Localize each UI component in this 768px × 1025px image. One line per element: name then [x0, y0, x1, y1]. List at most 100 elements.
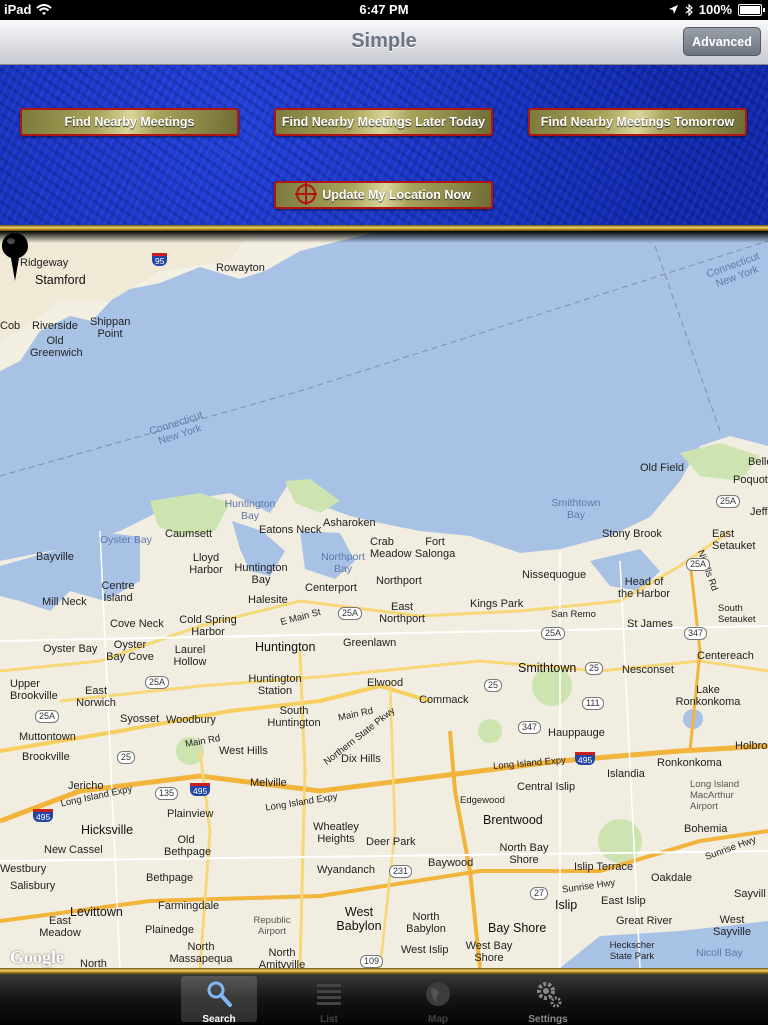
map-label: West Islip: [401, 944, 449, 956]
map-label: Heckscher State Park: [609, 940, 655, 962]
map-label: Halesite: [248, 594, 288, 606]
bluetooth-icon: [685, 3, 693, 16]
map-label: Laurel Hollow: [173, 644, 207, 668]
status-bar: iPad 6:47 PM 100%: [0, 0, 768, 20]
search-icon: [207, 981, 232, 1007]
list-icon: [317, 984, 341, 1005]
navigation-bar: Simple Advanced: [0, 20, 768, 65]
map-label: East Setauket: [712, 528, 756, 552]
map-label: Riverside: [32, 320, 78, 332]
battery-icon: [738, 3, 765, 16]
tab-label: Map: [428, 1014, 448, 1025]
route-shield: 25A: [145, 676, 170, 689]
map-label: Commack: [419, 694, 469, 706]
route-shield: 111: [582, 697, 604, 710]
map-label: Shippan Point: [90, 316, 131, 340]
map-label: Huntington Station: [248, 673, 302, 697]
map-label: Ronkonkoma: [657, 757, 722, 769]
map-label: Mill Neck: [42, 596, 87, 608]
status-right: 100%: [668, 2, 765, 17]
crosshair-icon: [295, 183, 318, 206]
map-label: East Norwich: [76, 685, 116, 709]
water-label: Northport Bay: [321, 551, 365, 575]
route-shield: 495: [575, 752, 596, 765]
google-logo: Google: [10, 947, 64, 967]
tab-map[interactable]: Map: [400, 976, 476, 1025]
map-label: Old Greenwich: [30, 335, 83, 359]
route-shield: 135: [155, 787, 179, 800]
search-actions-panel: Find Nearby Meetings Find Nearby Meeting…: [0, 65, 768, 225]
map-label: Fort Salonga: [414, 536, 456, 560]
find-meetings-tomorrow-button[interactable]: Find Nearby Meetings Tomorrow: [528, 108, 747, 136]
map-label: Sayvill: [734, 888, 766, 900]
route-shield: 27: [530, 887, 549, 900]
park-dot-2: [478, 719, 502, 743]
route-shield: 25A: [716, 495, 741, 508]
map-label: Centereach: [697, 650, 754, 662]
tab-bar: Search List Map Settings: [0, 974, 768, 1025]
map-label: Great River: [616, 915, 673, 927]
advanced-button[interactable]: Advanced: [683, 27, 761, 56]
tab-list[interactable]: List: [291, 976, 367, 1025]
map-label: Republic Airport: [253, 915, 291, 937]
map-label: Upper Brookville: [10, 678, 58, 702]
map-label: Edgewood: [460, 795, 505, 806]
map-label: Oakdale: [651, 872, 692, 884]
map-label: Lloyd Harbor: [189, 552, 223, 576]
map-label: West Hills: [219, 745, 268, 757]
map-label: Rowayton: [216, 262, 265, 274]
route-shield: 495: [190, 783, 211, 796]
map-label: Bethpage: [146, 872, 194, 884]
map-label: North Bay Shore: [499, 842, 549, 866]
map-label: Farmingdale: [158, 900, 220, 912]
update-location-button[interactable]: Update My Location Now: [274, 181, 493, 209]
map-label: Long Island MacArthur Airport: [690, 779, 740, 812]
map-label: St James: [627, 618, 673, 630]
route-shield: 347: [684, 627, 708, 640]
map-label: Centerport: [305, 582, 357, 594]
map-label: North: [80, 958, 107, 968]
water-label: Smithtown Bay: [551, 497, 601, 521]
map-label: Head of the Harbor: [618, 576, 670, 600]
map-label: Old Bethpage: [164, 834, 212, 858]
location-arrow-icon: [668, 5, 678, 14]
tab-settings[interactable]: Settings: [510, 976, 586, 1025]
map-label: South Setauket: [718, 603, 756, 625]
map-label: Oyster Bay Cove: [106, 639, 154, 663]
tab-search[interactable]: Search: [181, 976, 257, 1025]
map-label: East Islip: [601, 895, 646, 907]
map-label: New Cassel: [44, 844, 103, 856]
map-label: Elwood: [367, 677, 404, 689]
map-view[interactable]: Ridgeway Rowayton Stamford Cob Riverside…: [0, 231, 768, 968]
water-label: Nicoll Bay: [696, 947, 743, 959]
map-label: West Babylon: [336, 905, 382, 933]
map-label: Baywood: [428, 857, 474, 869]
map-label: Wheatley Heights: [313, 821, 359, 845]
page-title: Simple: [351, 30, 417, 52]
route-shield: 25A: [541, 627, 566, 640]
map-label: Poquott: [733, 474, 768, 486]
map-label: Woodbury: [166, 714, 216, 726]
map-label: Melville: [250, 777, 287, 789]
map-label: Plainedge: [145, 924, 194, 936]
find-meetings-later-today-button[interactable]: Find Nearby Meetings Later Today: [274, 108, 493, 136]
map-label: Hicksville: [81, 823, 134, 837]
route-shield: 25A: [686, 558, 711, 571]
map-label: Wyandanch: [317, 864, 375, 876]
map-label: Cob: [0, 320, 21, 332]
find-nearby-meetings-button[interactable]: Find Nearby Meetings: [20, 108, 239, 136]
map-label: Centre Island: [101, 580, 135, 604]
map-label: East Meadow: [39, 915, 81, 939]
map-label: Hauppauge: [548, 727, 605, 739]
map-label: Cove Neck: [110, 618, 164, 630]
map-label: Belle: [748, 456, 768, 468]
map-label: Nesconset: [622, 664, 674, 676]
map-label: Islip Terrace: [574, 861, 634, 873]
map-label: Central Islip: [517, 781, 576, 793]
map-label: Crab Meadow: [370, 536, 412, 560]
route-shield: 25A: [338, 607, 363, 620]
battery-percent: 100%: [698, 2, 732, 17]
map-label: Stony Brook: [602, 528, 662, 540]
map-label: Kings Park: [470, 598, 524, 610]
map-label: Greenlawn: [343, 637, 397, 649]
